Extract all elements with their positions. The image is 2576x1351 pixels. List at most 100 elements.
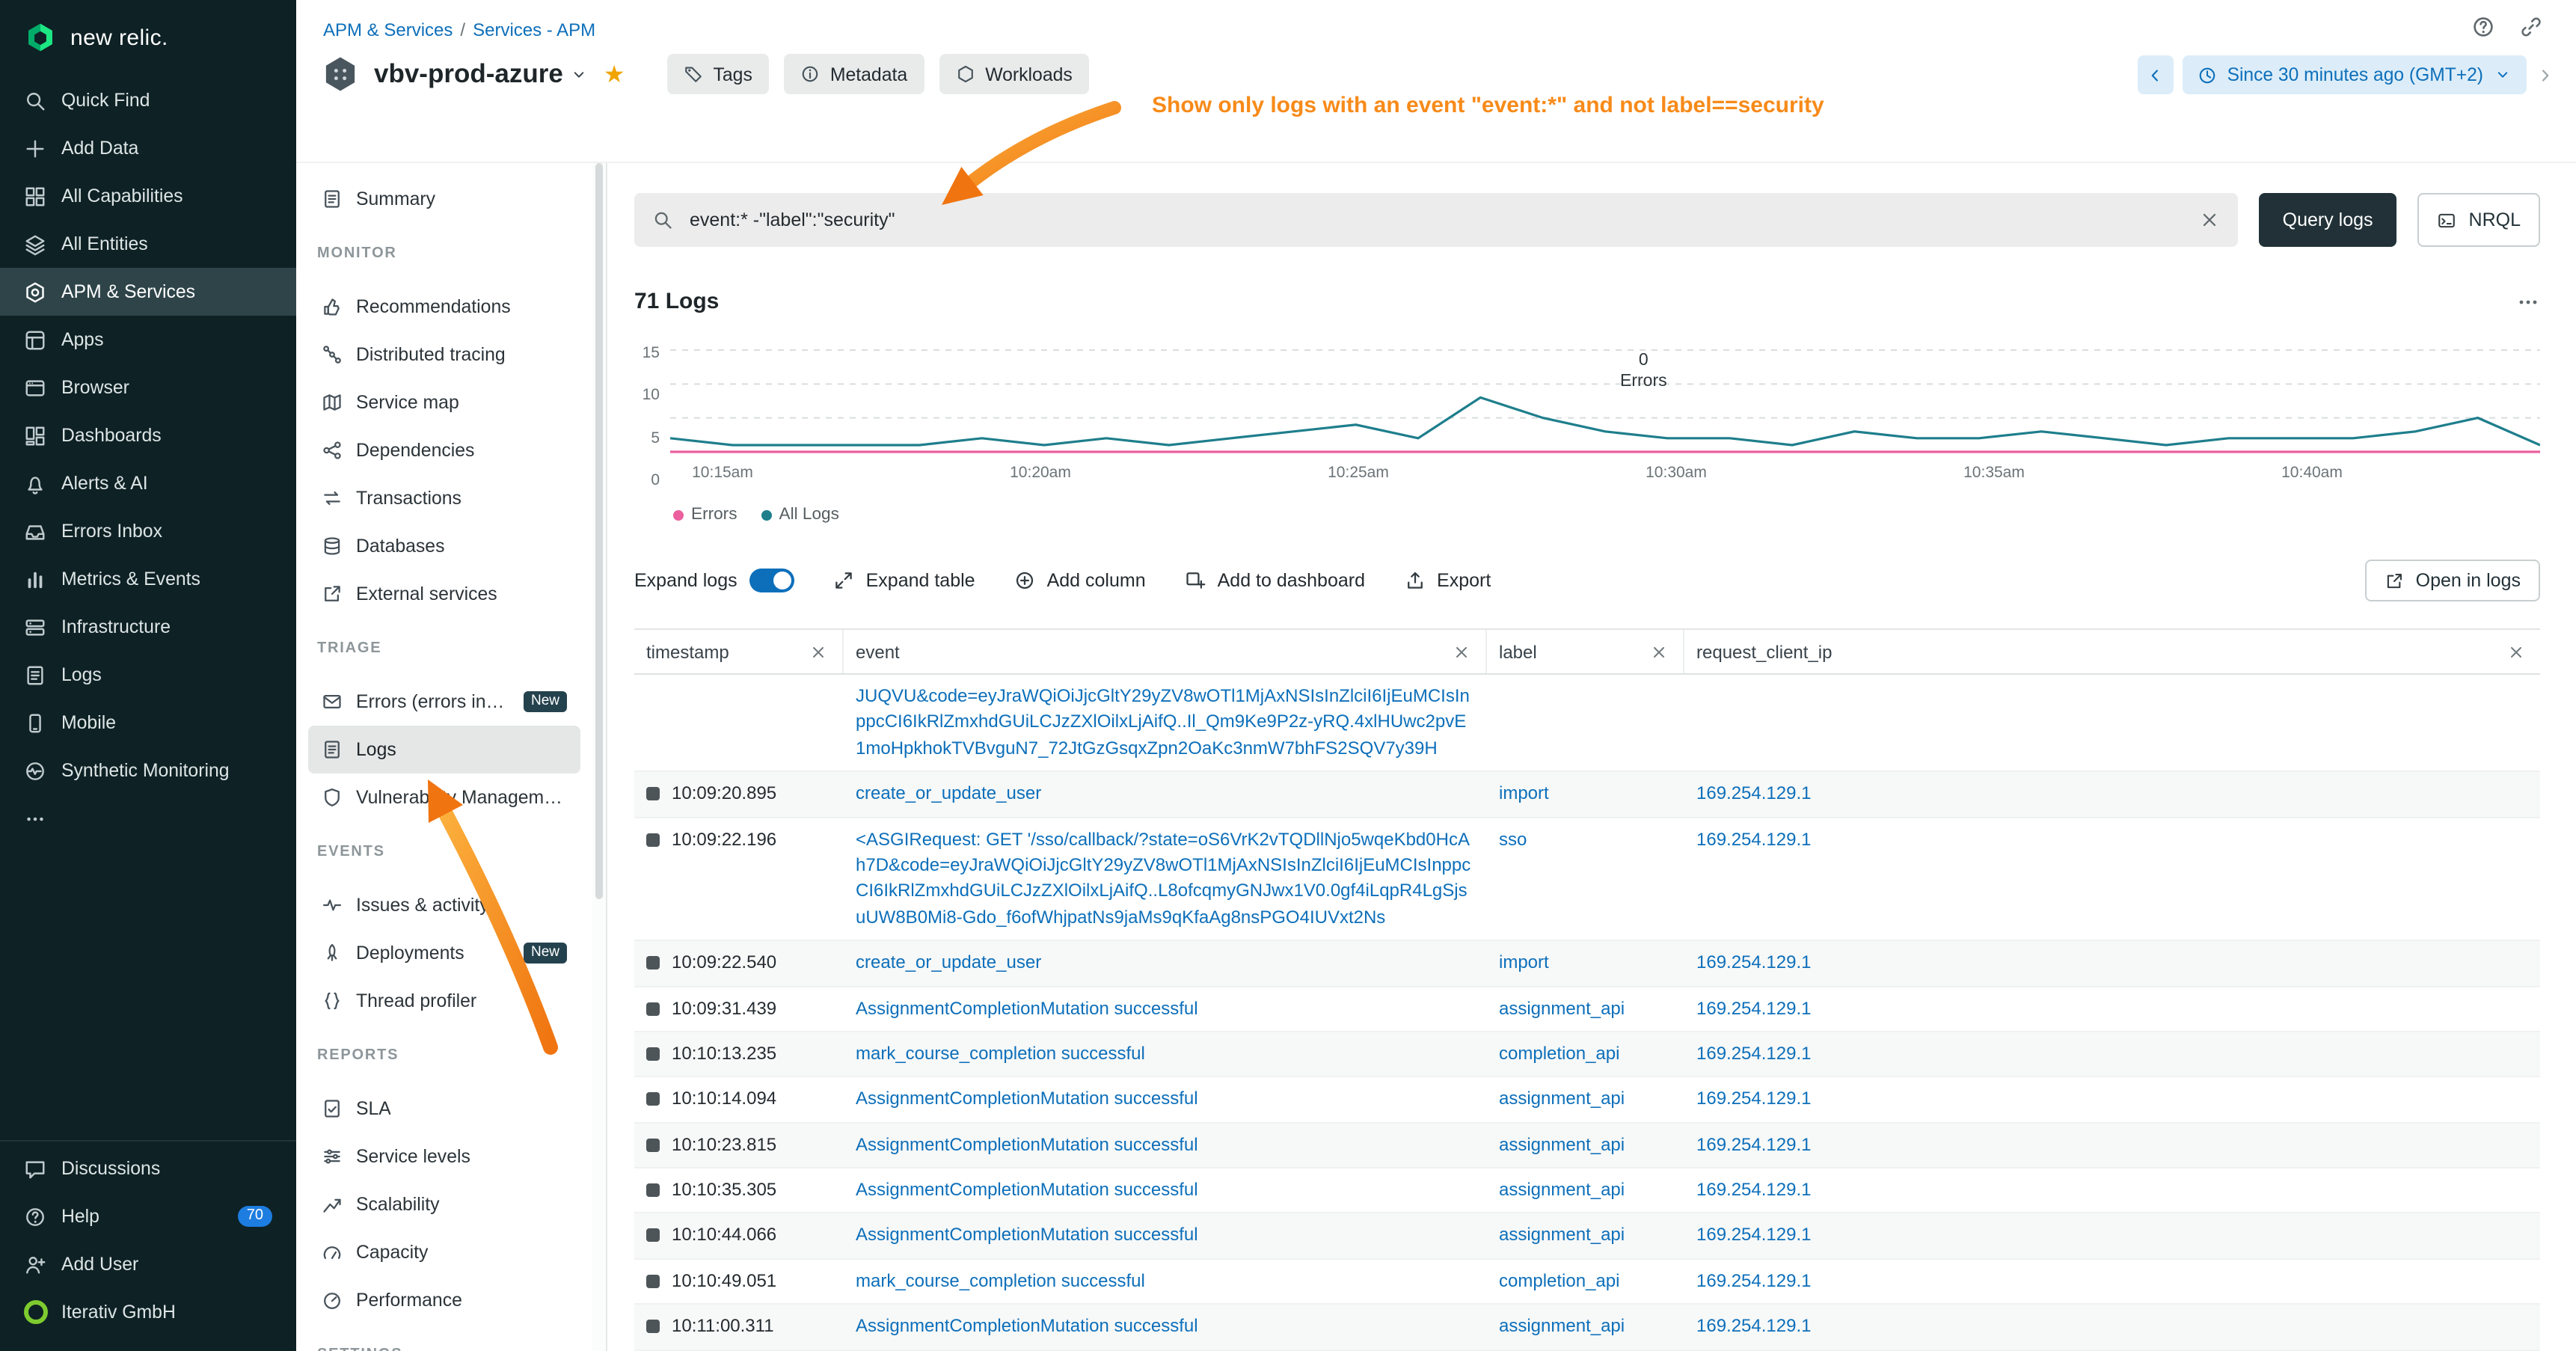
label-link[interactable]: assignment_api: [1499, 1225, 1625, 1246]
label-link[interactable]: assignment_api: [1499, 1088, 1625, 1109]
label-link[interactable]: completion_api: [1499, 1270, 1619, 1291]
subnav-item-external-services[interactable]: External services: [308, 570, 580, 618]
sidebar-item-all-entities[interactable]: All Entities: [0, 220, 296, 268]
nrql-button[interactable]: NRQL: [2418, 193, 2540, 247]
expand-table-button[interactable]: Expand table: [833, 570, 975, 591]
remove-column-icon[interactable]: [2507, 643, 2525, 661]
sidebar-item-quick-find[interactable]: Quick Find: [0, 76, 296, 124]
permalink-icon[interactable]: [2519, 15, 2543, 39]
breadcrumb-services-apm[interactable]: Services - APM: [473, 19, 595, 40]
entity-switcher-chevron-icon[interactable]: [571, 65, 589, 83]
request-client-ip-link[interactable]: 169.254.129.1: [1696, 1270, 1812, 1291]
subnav-item-distributed-tracing[interactable]: Distributed tracing: [308, 331, 580, 379]
logs-query-input[interactable]: [687, 208, 2186, 232]
log-row[interactable]: 10:09:31.439AssignmentCompletionMutation…: [634, 987, 2540, 1032]
time-forward-chevron-icon[interactable]: [2536, 65, 2555, 85]
breadcrumb-apm-services[interactable]: APM & Services: [323, 19, 453, 40]
request-client-ip-link[interactable]: 169.254.129.1: [1696, 1133, 1812, 1154]
sidebar-item-apm-services[interactable]: APM & Services: [0, 268, 296, 316]
time-picker[interactable]: Since 30 minutes ago (GMT+2): [2183, 55, 2527, 94]
request-client-ip-link[interactable]: 169.254.129.1: [1696, 1179, 1812, 1200]
export-button[interactable]: Export: [1404, 570, 1491, 591]
log-row-marker-icon[interactable]: [646, 1093, 660, 1106]
chart-plot-area[interactable]: 0 Errors 10:15am10:20am10:25am10:30am10:…: [670, 338, 2540, 458]
subnav-scrollbar[interactable]: [592, 163, 606, 1351]
subnav-item-deployments[interactable]: DeploymentsNew: [308, 929, 580, 977]
event-link[interactable]: create_or_update_user: [856, 782, 1041, 803]
legend-errors[interactable]: Errors: [673, 506, 737, 524]
log-row[interactable]: 10:09:22.196<ASGIRequest: GET '/sso/call…: [634, 818, 2540, 941]
event-link[interactable]: AssignmentCompletionMutation successful: [856, 1316, 1198, 1337]
sidebar-item-browser[interactable]: Browser: [0, 364, 296, 411]
legend-all-logs[interactable]: All Logs: [761, 506, 839, 524]
request-client-ip-link[interactable]: 169.254.129.1: [1696, 952, 1812, 972]
add-column-button[interactable]: Add column: [1014, 570, 1146, 591]
log-row-marker-icon[interactable]: [646, 1047, 660, 1061]
sidebar-item-iterativ-gmbh[interactable]: Iterativ GmbH: [0, 1288, 296, 1336]
sidebar-item-add-user[interactable]: Add User: [0, 1240, 296, 1288]
subnav-item-errors-errors-inb[interactable]: Errors (errors inb...New: [308, 678, 580, 726]
event-link[interactable]: AssignmentCompletionMutation successful: [856, 997, 1198, 1018]
subnav-item-thread-profiler[interactable]: Thread profiler: [308, 977, 580, 1025]
label-link[interactable]: import: [1499, 782, 1549, 803]
label-link[interactable]: sso: [1499, 828, 1527, 849]
subnav-item-sla[interactable]: SLA: [308, 1085, 580, 1133]
panel-menu-icon[interactable]: [2516, 290, 2540, 313]
label-link[interactable]: completion_api: [1499, 1043, 1619, 1064]
log-row-marker-icon[interactable]: [646, 1229, 660, 1243]
subnav-item-issues-activity[interactable]: Issues & activity: [308, 881, 580, 929]
sidebar-item-all-capabilities[interactable]: All Capabilities: [0, 172, 296, 220]
log-row[interactable]: 10:10:13.235mark_course_completion succe…: [634, 1032, 2540, 1078]
subnav-item-vulnerability-management[interactable]: Vulnerability Management: [308, 773, 580, 821]
log-row-marker-icon[interactable]: [646, 956, 660, 969]
event-link[interactable]: AssignmentCompletionMutation successful: [856, 1133, 1198, 1154]
log-row[interactable]: 10:10:49.051mark_course_completion succe…: [634, 1260, 2540, 1305]
metadata-button[interactable]: Metadata: [784, 54, 924, 94]
subnav-item-transactions[interactable]: Transactions: [308, 474, 580, 522]
subnav-item-dependencies[interactable]: Dependencies: [308, 426, 580, 474]
log-row-marker-icon[interactable]: [646, 1002, 660, 1015]
add-to-dashboard-button[interactable]: Add to dashboard: [1185, 570, 1365, 591]
log-row-marker-icon[interactable]: [646, 1138, 660, 1151]
sidebar-item-dashboards[interactable]: Dashboards: [0, 411, 296, 459]
event-link[interactable]: <ASGIRequest: GET '/sso/callback/?state=…: [856, 828, 1471, 927]
label-link[interactable]: import: [1499, 952, 1549, 972]
request-client-ip-link[interactable]: 169.254.129.1: [1696, 1088, 1812, 1109]
request-client-ip-link[interactable]: 169.254.129.1: [1696, 997, 1812, 1018]
log-row-marker-icon[interactable]: [646, 787, 660, 800]
label-link[interactable]: assignment_api: [1499, 997, 1625, 1018]
log-row-marker-icon[interactable]: [646, 1275, 660, 1288]
subnav-item-capacity[interactable]: Capacity: [308, 1228, 580, 1276]
log-row[interactable]: 10:09:22.540create_or_update_userimport1…: [634, 941, 2540, 987]
label-link[interactable]: assignment_api: [1499, 1179, 1625, 1200]
sidebar-item-errors-inbox[interactable]: Errors Inbox: [0, 507, 296, 555]
subnav-item-recommendations[interactable]: Recommendations: [308, 283, 580, 331]
favorite-star-icon[interactable]: ★: [604, 59, 625, 89]
remove-column-icon[interactable]: [1650, 643, 1668, 661]
log-row[interactable]: 10:10:35.305AssignmentCompletionMutation…: [634, 1168, 2540, 1214]
event-link[interactable]: mark_course_completion successful: [856, 1270, 1145, 1291]
label-link[interactable]: assignment_api: [1499, 1133, 1625, 1154]
log-row[interactable]: 10:10:14.094AssignmentCompletionMutation…: [634, 1078, 2540, 1124]
request-client-ip-link[interactable]: 169.254.129.1: [1696, 1225, 1812, 1246]
subnav-item-logs[interactable]: Logs: [308, 726, 580, 773]
sidebar-item-logs[interactable]: Logs: [0, 651, 296, 699]
subnav-item-service-levels[interactable]: Service levels: [308, 1133, 580, 1180]
sidebar-item-metrics-events[interactable]: Metrics & Events: [0, 555, 296, 603]
subnav-scrollbar-thumb[interactable]: [595, 163, 603, 900]
help-icon[interactable]: [2471, 15, 2495, 39]
time-back-button[interactable]: [2138, 55, 2174, 94]
log-row-marker-icon[interactable]: [646, 1183, 660, 1197]
subnav-item-performance[interactable]: Performance: [308, 1276, 580, 1324]
log-row[interactable]: 10:09:20.895create_or_update_userimport1…: [634, 772, 2540, 818]
request-client-ip-link[interactable]: 169.254.129.1: [1696, 828, 1812, 849]
label-link[interactable]: assignment_api: [1499, 1316, 1625, 1337]
request-client-ip-link[interactable]: 169.254.129.1: [1696, 782, 1812, 803]
sidebar-item-mobile[interactable]: Mobile: [0, 699, 296, 747]
subnav-item-service-map[interactable]: Service map: [308, 379, 580, 426]
remove-column-icon[interactable]: [809, 643, 827, 661]
event-link[interactable]: JUQVU&code=eyJraWQiOiJjcGltY29yZV8wOTl1M…: [856, 685, 1470, 759]
workloads-button[interactable]: Workloads: [939, 54, 1089, 94]
subnav-item-summary[interactable]: Summary: [308, 175, 580, 223]
event-link[interactable]: mark_course_completion successful: [856, 1043, 1145, 1064]
